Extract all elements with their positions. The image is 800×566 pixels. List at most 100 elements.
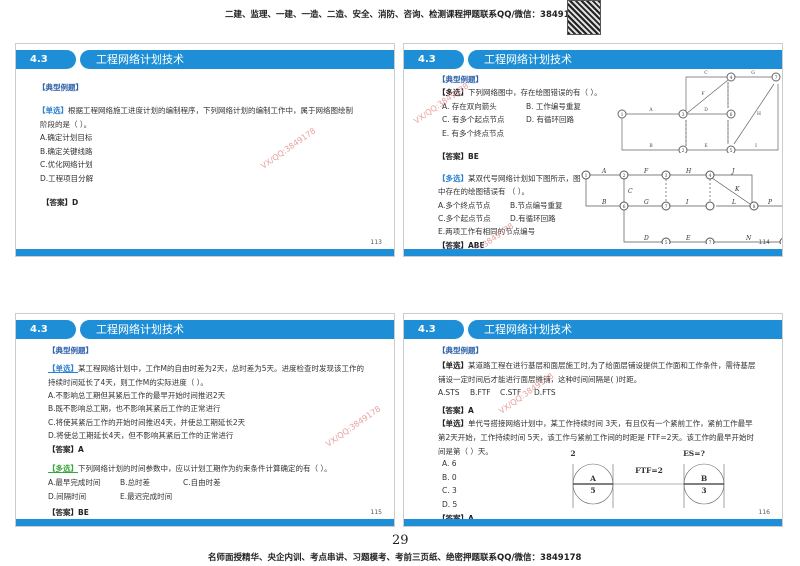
edge-label: J [730, 168, 735, 175]
node-label: 7 [775, 75, 778, 81]
option-b: B.确定关键线路 [40, 147, 93, 156]
question-text-3: 间是第（ ）天。 [438, 447, 493, 456]
answer: 【答案】A [438, 406, 474, 415]
qr-code [567, 0, 601, 35]
answer: 【答案】BE [438, 152, 479, 161]
edge-label: A [601, 168, 607, 175]
section-badge: 4.3 [404, 50, 464, 69]
question-text: 下列网络计划的时间参数中，应以计划工期作为约束条件计算确定的有（ ）。 [78, 464, 332, 473]
question-type: 【单选】 [48, 364, 78, 373]
question-type: 【多选】 [438, 174, 468, 183]
slide-title: 工程网络计划技术 [80, 320, 394, 339]
b-name: B [701, 474, 707, 483]
edge-label: K [734, 186, 740, 193]
option-e: E. 有多个终点节点 [442, 129, 505, 138]
section-badge: 4.3 [16, 320, 76, 339]
edge-label: B [601, 199, 607, 206]
a-early-start: 2 [570, 449, 575, 458]
slide-115: 4.3 工程网络计划技术 【典型例题】 【单选】某工程网络计划中，工作M的自由时差… [15, 313, 395, 527]
option-c: C.优化网络计划 [40, 160, 93, 169]
node-label: 5 [665, 240, 668, 244]
b-duration: 3 [701, 486, 706, 495]
option-b: B.既不影响总工期，也不影响其紧后工作的正常进行 [48, 404, 221, 413]
network-diagram-2: 1 2 3 4 6 7 5 8 7 9 A B C F G D H I E J … [581, 168, 782, 244]
question-type: 【单选】 [38, 106, 68, 115]
section-label: 【典型例题】 [438, 346, 483, 355]
lag-label: FTF=2 [635, 466, 663, 475]
edge-label: F [701, 91, 704, 97]
option-a: A.STS [438, 388, 460, 397]
edge-label: F [643, 168, 649, 175]
node-label: 6 [623, 204, 626, 210]
node-label: 4 [709, 173, 712, 179]
option-a: A.最早完成时间 [48, 478, 101, 487]
question-text: 某道路工程在进行基层和面层施工时,为了给面层铺设提供工作面和工作条件，需待基层 [468, 361, 756, 370]
answer: 【答案】BE [48, 508, 89, 517]
edge-label: H [757, 111, 761, 117]
slide-page-number: 114 [758, 239, 770, 246]
edge-label: D [704, 107, 708, 113]
slide-title: 工程网络计划技术 [468, 320, 782, 339]
option-b: B. 0 [442, 473, 457, 482]
question-text: 下列网络图中，存在绘图错误的有（ ）。 [468, 88, 602, 97]
option-c: C. 有多个起点节点 [442, 115, 505, 124]
slide-title: 工程网络计划技术 [80, 50, 394, 69]
edge-label: B [649, 143, 653, 149]
node-label: 6 [730, 112, 733, 118]
section-badge: 4.3 [16, 50, 76, 69]
slide-page-number: 115 [370, 509, 382, 516]
question-type: 【单选】 [438, 419, 468, 428]
slide-title: 工程网络计划技术 [468, 50, 782, 69]
answer: 【答案】A [48, 445, 84, 454]
slide-116: 4.3 工程网络计划技术 【典型例题】 【单选】某道路工程在进行基层和面层施工时,… [403, 313, 783, 527]
section-label: 【典型例题】 [48, 346, 93, 355]
question-text: 根据工程网络施工进度计划的编制程序，下列网络计划的编制工作中，属于网络图绘制 [68, 106, 353, 115]
a-name: A [589, 474, 596, 483]
footer-bar [404, 249, 782, 256]
a-duration: 5 [590, 486, 595, 495]
option-d: D.将使总工期延长4天，但不影响其紧后工作的正常进行 [48, 431, 234, 440]
page-footer-text: 名师面授精华、央企内训、考点串讲、习题模考、考前三页纸、绝密押题联系QQ/微信：… [208, 553, 582, 563]
node-label: 1 [621, 112, 624, 118]
option-d: D. 有循环回路 [526, 115, 575, 124]
section-badge: 4.3 [404, 320, 464, 339]
option-b: B. 工作编号重复 [526, 102, 581, 111]
lag-diagram: 2 A 5 FTF=2 ES=? B 3 [570, 449, 725, 508]
node-label: 7 [665, 204, 668, 210]
answer: 【答案】D [42, 198, 79, 207]
question-text-2: 阶段的是（ ）。 [40, 120, 92, 129]
option-e: E.最迟完成时间 [120, 492, 173, 501]
edge-label: E [704, 143, 707, 149]
watermark: VX/QQ:3849178 [324, 404, 383, 449]
b-early-start: ES=? [683, 449, 705, 458]
edge-label: A [648, 107, 653, 113]
question-type: 【单选】 [438, 361, 468, 370]
option-a: A.多个终点节点 [438, 201, 491, 210]
edge-label: C [704, 70, 708, 76]
question-text-2: 中存在的绘图错误有 （ ）。 [438, 187, 530, 196]
edge-label: G [644, 199, 649, 206]
option-c: C. 3 [442, 486, 457, 495]
section-label: 【典型例题】 [38, 83, 83, 92]
node-label: 2 [623, 173, 626, 179]
option-c: C.将使其紧后工作的开始时间推迟4天，并使总工期延长2天 [48, 418, 246, 427]
edge-label: D [643, 235, 649, 242]
option-b: B.总时差 [120, 478, 151, 487]
option-d: D.工程项目分解 [40, 174, 94, 183]
edge-label: C [628, 188, 633, 195]
edge-label: E [685, 235, 691, 242]
question-text-2: 持续时间延长了4天，则工作M的实际进度（ ）。 [48, 378, 208, 387]
node-label: 7 [709, 240, 712, 244]
option-a: A. 6 [442, 459, 457, 468]
node-label: 3 [682, 112, 685, 118]
node-label: 2 [682, 148, 685, 153]
question-text: 某双代号网络计划如下图所示，图 [468, 174, 581, 183]
option-e: E.两项工作有相同的节点编号 [438, 227, 536, 236]
slide-113: 4.3 工程网络计划技术 【典型例题】 【单选】根据工程网络施工进度计划的编制程序… [15, 43, 395, 257]
node-label: 3 [665, 173, 668, 179]
footer-bar [16, 249, 394, 256]
option-a: A.确定计划目标 [40, 133, 93, 142]
slide-page-number: 113 [370, 239, 382, 246]
option-d: D. 5 [442, 500, 458, 509]
slide-page-number: 116 [758, 509, 770, 516]
